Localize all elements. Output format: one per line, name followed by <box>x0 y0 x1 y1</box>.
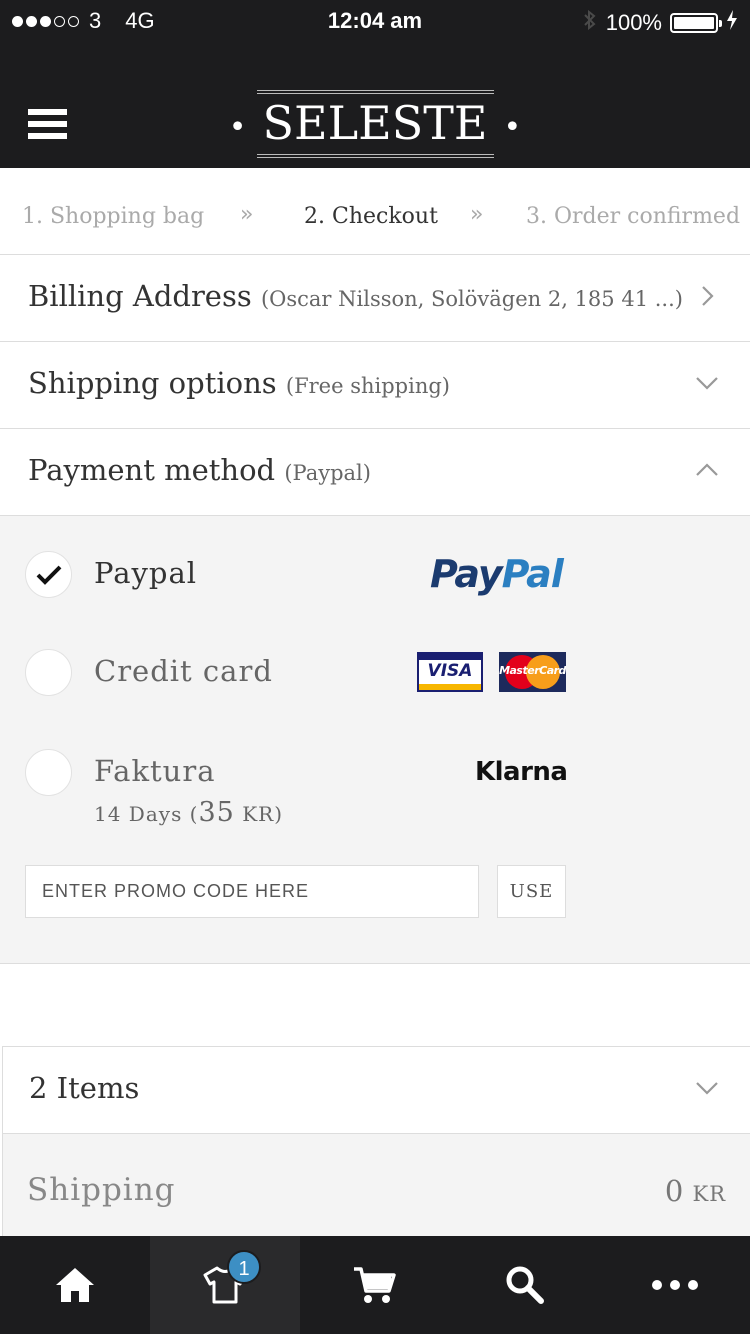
battery-icon <box>670 13 722 33</box>
shipping-cost-row: Shipping 0 KR <box>2 1134 750 1236</box>
faktura-terms-prefix: 14 Days ( <box>94 802 199 826</box>
promo-code-input[interactable] <box>25 865 479 918</box>
faktura-fee-amount: 35 <box>198 797 235 828</box>
tab-more[interactable] <box>600 1236 750 1334</box>
billing-address-section[interactable]: Billing Address (Oscar Nilsson, Solöväge… <box>0 255 750 342</box>
billing-label: Billing Address <box>28 279 252 313</box>
status-right: 100% <box>582 8 738 38</box>
faktura-fee-currency: KR <box>242 802 275 826</box>
home-icon <box>56 1268 94 1302</box>
tab-cart[interactable] <box>300 1236 450 1334</box>
visa-logo-text: VISA <box>427 661 473 681</box>
more-icon <box>652 1280 698 1290</box>
credit-card-option-label[interactable]: Credit card <box>94 654 273 688</box>
top-bar: 3 4G 12:04 am 100% • SELESTE • <box>0 0 750 168</box>
paypal-logo-text-a: Pay <box>430 552 503 596</box>
items-label: 2 Items <box>29 1071 140 1105</box>
chevron-up-icon <box>696 459 718 479</box>
shipping-cost-label: Shipping <box>27 1172 176 1208</box>
checkout-steps: 1. Shopping bag » 2. Checkout » 3. Order… <box>0 168 750 255</box>
paypal-option-label[interactable]: Paypal <box>94 556 197 590</box>
step-separator-icon: » <box>470 202 484 227</box>
shipping-cost-currency: KR <box>692 1182 726 1206</box>
cart-icon <box>354 1267 396 1303</box>
checkmark-icon <box>36 565 62 585</box>
payment-title: Payment method (Paypal) <box>28 453 371 487</box>
faktura-terms-suffix: ) <box>274 802 284 826</box>
items-section[interactable]: 2 Items <box>2 1046 750 1134</box>
step-checkout: 2. Checkout <box>304 204 438 229</box>
tab-search[interactable] <box>450 1236 600 1334</box>
shipping-options-section[interactable]: Shipping options (Free shipping) <box>0 342 750 429</box>
shipping-label: Shipping options <box>28 366 277 400</box>
brand-name: SELESTE <box>256 90 494 158</box>
faktura-terms: 14 Days (35 KR) <box>94 797 283 828</box>
visa-logo: VISA <box>417 652 483 692</box>
tab-home[interactable] <box>0 1236 150 1334</box>
charging-icon <box>726 10 738 36</box>
paypal-radio[interactable] <box>25 551 72 598</box>
brand-logo[interactable]: • SELESTE • <box>0 90 750 158</box>
shipping-summary: (Free shipping) <box>285 374 450 398</box>
chevron-down-icon <box>696 1077 718 1097</box>
faktura-radio[interactable] <box>25 749 72 796</box>
step-order-confirmed: 3. Order confirmed <box>526 204 741 229</box>
tab-shop[interactable] <box>150 1236 300 1334</box>
credit-card-radio[interactable] <box>25 649 72 696</box>
shipping-cost-value: 0 KR <box>665 1174 726 1208</box>
step-shopping-bag[interactable]: 1. Shopping bag <box>22 204 204 229</box>
search-icon <box>506 1266 544 1304</box>
mastercard-logo-text: MasterCard <box>499 664 566 677</box>
faktura-option-label[interactable]: Faktura <box>94 754 216 788</box>
payment-summary: (Paypal) <box>284 461 371 485</box>
payment-label: Payment method <box>28 453 276 487</box>
bluetooth-icon <box>582 8 598 38</box>
shipping-cost-amount: 0 <box>664 1174 684 1208</box>
klarna-logo: Klarna <box>475 757 568 787</box>
tab-bar: 1 <box>0 1236 750 1334</box>
shipping-title: Shipping options (Free shipping) <box>28 366 450 400</box>
cart-count-badge: 1 <box>227 1250 261 1284</box>
mastercard-logo: MasterCard <box>499 652 566 692</box>
battery-percent: 100% <box>605 10 662 35</box>
status-bar: 3 4G 12:04 am 100% <box>0 0 750 40</box>
chevron-down-icon <box>696 372 718 392</box>
paypal-logo: PayPal <box>430 552 564 596</box>
billing-summary: (Oscar Nilsson, Solövägen 2, 185 41 ...) <box>260 287 683 311</box>
paypal-logo-text-b: Pal <box>501 552 564 596</box>
payment-method-section[interactable]: Payment method (Paypal) <box>0 429 750 516</box>
step-separator-icon: » <box>240 202 254 227</box>
chevron-right-icon <box>696 285 716 306</box>
billing-title: Billing Address (Oscar Nilsson, Solöväge… <box>28 279 683 313</box>
use-promo-button[interactable]: USE <box>497 865 566 918</box>
